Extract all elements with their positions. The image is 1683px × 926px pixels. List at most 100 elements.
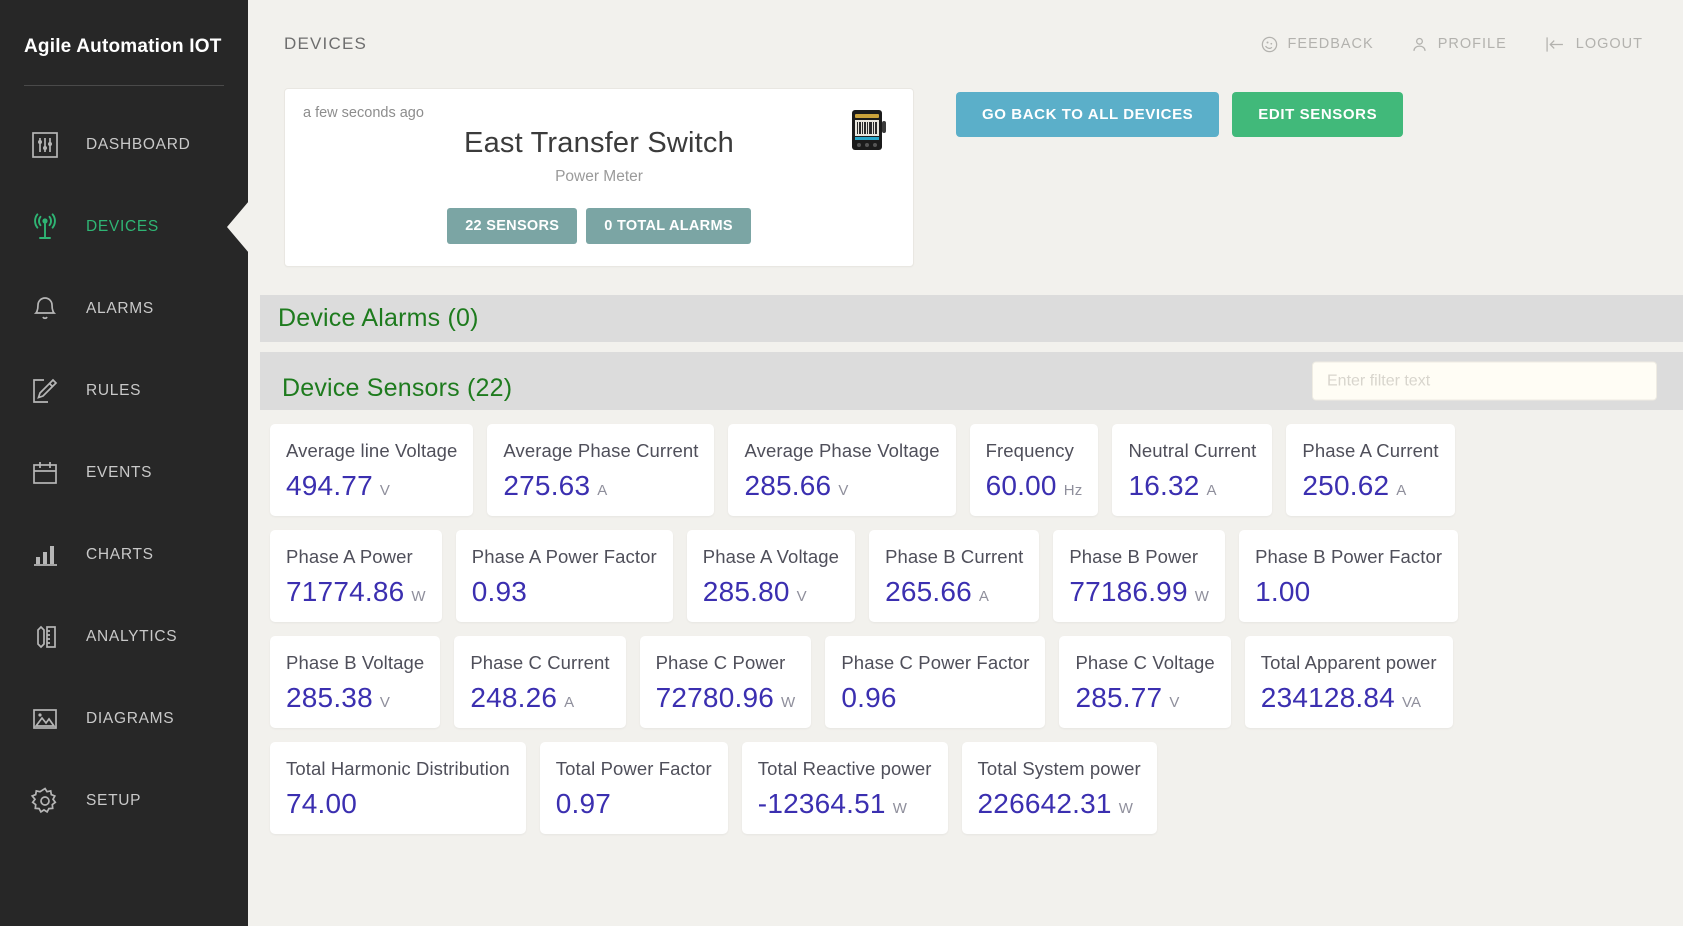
sensor-name: Phase B Power Factor bbox=[1255, 546, 1442, 568]
sensor-card[interactable]: Phase B Power77186.99W bbox=[1053, 530, 1225, 622]
sensor-card[interactable]: Average line Voltage494.77V bbox=[270, 424, 473, 516]
sensor-card[interactable]: Total Power Factor0.97 bbox=[540, 742, 728, 834]
sensor-filter-input[interactable] bbox=[1312, 362, 1657, 401]
sensor-value-wrap: 226642.31 W bbox=[978, 788, 1141, 820]
edit-sensors-button[interactable]: EDIT SENSORS bbox=[1232, 92, 1403, 137]
sensor-name: Phase A Voltage bbox=[703, 546, 839, 568]
sidebar-item-label: EVENTS bbox=[86, 464, 152, 482]
sensor-name: Total Reactive power bbox=[758, 758, 932, 780]
sensor-value: 285.66 bbox=[744, 470, 831, 502]
device-card: a few seconds ago East Transfer Switch P… bbox=[284, 88, 914, 267]
device-last-updated: a few seconds ago bbox=[303, 105, 895, 121]
sidebar-item-analytics[interactable]: ANALYTICS bbox=[0, 596, 248, 678]
sensor-value-wrap: 248.26A bbox=[470, 682, 609, 714]
main-content: DEVICES FEEDBACK bbox=[248, 0, 1683, 926]
antenna-icon bbox=[28, 210, 62, 244]
sensors-count-badge[interactable]: 22 SENSORS bbox=[447, 208, 577, 244]
sensor-name: Frequency bbox=[986, 440, 1083, 462]
device-action-buttons: GO BACK TO ALL DEVICES EDIT SENSORS bbox=[956, 88, 1403, 137]
sidebar-item-charts[interactable]: CHARTS bbox=[0, 514, 248, 596]
sensor-name: Average Phase Voltage bbox=[744, 440, 939, 462]
sidebar-item-dashboard[interactable]: DASHBOARD bbox=[0, 104, 248, 186]
sensor-card[interactable]: Total Reactive power-12364.51W bbox=[742, 742, 948, 834]
sidebar-item-diagrams[interactable]: DIAGRAMS bbox=[0, 678, 248, 760]
sensor-card[interactable]: Total Harmonic Distribution74.00 bbox=[270, 742, 526, 834]
sensor-name: Phase C Power bbox=[656, 652, 796, 674]
bell-icon bbox=[28, 292, 62, 326]
sensor-card[interactable]: Phase B Current265.66A bbox=[869, 530, 1039, 622]
sensor-unit: VA bbox=[1402, 694, 1421, 711]
profile-link[interactable]: PROFILE bbox=[1410, 35, 1507, 54]
sensor-name: Total Harmonic Distribution bbox=[286, 758, 510, 780]
sensor-card[interactable]: Phase C Voltage285.77V bbox=[1059, 636, 1230, 728]
sensor-grid: Average line Voltage494.77VAverage Phase… bbox=[248, 410, 1683, 834]
device-summary-row: a few seconds ago East Transfer Switch P… bbox=[248, 88, 1683, 267]
sensor-value-wrap: 494.77 V bbox=[286, 470, 457, 502]
sidebar-item-rules[interactable]: RULES bbox=[0, 350, 248, 432]
user-icon bbox=[1410, 35, 1429, 54]
sensor-card[interactable]: Frequency 60.00 Hz bbox=[970, 424, 1099, 516]
sensor-card[interactable]: Phase A Current250.62A bbox=[1286, 424, 1454, 516]
logout-link[interactable]: LOGOUT bbox=[1543, 35, 1643, 54]
sensor-value: 226642.31 bbox=[978, 788, 1112, 820]
sensor-name: Phase B Power bbox=[1069, 546, 1209, 568]
sensor-value: 60.00 bbox=[986, 470, 1057, 502]
sensor-card[interactable]: Phase C Power72780.96W bbox=[640, 636, 812, 728]
bar-chart-icon bbox=[28, 538, 62, 572]
image-icon bbox=[28, 702, 62, 736]
sensor-value: 234128.84 bbox=[1261, 682, 1395, 714]
gear-icon bbox=[28, 784, 62, 818]
sensor-card[interactable]: Phase A Power Factor0.93 bbox=[456, 530, 673, 622]
sensor-unit: A bbox=[597, 482, 607, 499]
sensor-card[interactable]: Total Apparent power234128.84VA bbox=[1245, 636, 1453, 728]
sensor-value: 285.80 bbox=[703, 576, 790, 608]
topbar-actions: FEEDBACK PROFILE bbox=[1224, 35, 1643, 54]
sidebar-item-alarms[interactable]: ALARMS bbox=[0, 268, 248, 350]
sensor-value: 16.32 bbox=[1128, 470, 1199, 502]
sidebar-item-events[interactable]: EVENTS bbox=[0, 432, 248, 514]
sidebar-item-label: DIAGRAMS bbox=[86, 710, 174, 728]
sidebar-item-devices[interactable]: DEVICES bbox=[0, 186, 248, 268]
sensor-value-wrap: 285.66 V bbox=[744, 470, 939, 502]
feedback-link[interactable]: FEEDBACK bbox=[1260, 35, 1374, 54]
sliders-icon bbox=[28, 128, 62, 162]
device-badges: 22 SENSORS 0 TOTAL ALARMS bbox=[303, 208, 895, 244]
pencil-square-icon bbox=[28, 374, 62, 408]
device-thumbnail-icon bbox=[845, 107, 891, 153]
sensor-card[interactable]: Phase B Voltage285.38V bbox=[270, 636, 440, 728]
sensor-unit: V bbox=[380, 694, 390, 711]
sensor-card[interactable]: Phase A Voltage285.80V bbox=[687, 530, 855, 622]
sensor-value-wrap: 0.97 bbox=[556, 788, 712, 820]
sidebar-item-setup[interactable]: SETUP bbox=[0, 760, 248, 842]
sensor-card[interactable]: Neutral Current16.32A bbox=[1112, 424, 1272, 516]
sensor-value: 265.66 bbox=[885, 576, 972, 608]
sensor-value: 494.77 bbox=[286, 470, 373, 502]
sensor-card[interactable]: Average Phase Current275.63A bbox=[487, 424, 714, 516]
sensor-name: Neutral Current bbox=[1128, 440, 1256, 462]
sensor-value: 1.00 bbox=[1255, 576, 1310, 608]
sensor-value-wrap: 265.66A bbox=[885, 576, 1023, 608]
sensor-unit: V bbox=[838, 482, 848, 499]
sensor-unit: W bbox=[1119, 800, 1133, 817]
page-title: DEVICES bbox=[284, 34, 367, 54]
go-back-to-all-devices-button[interactable]: GO BACK TO ALL DEVICES bbox=[956, 92, 1219, 137]
sensor-unit: V bbox=[380, 482, 390, 499]
sensor-value: -12364.51 bbox=[758, 788, 886, 820]
sensor-unit: W bbox=[781, 694, 795, 711]
sensor-card[interactable]: Phase B Power Factor 1.00 bbox=[1239, 530, 1458, 622]
sensor-card[interactable]: Total System power226642.31W bbox=[962, 742, 1157, 834]
sensor-row: Average line Voltage494.77VAverage Phase… bbox=[270, 424, 1683, 516]
sensor-value: 285.38 bbox=[286, 682, 373, 714]
sensor-unit: Hz bbox=[1064, 482, 1083, 499]
sidebar-item-label: RULES bbox=[86, 382, 141, 400]
sensor-card[interactable]: Average Phase Voltage 285.66 V bbox=[728, 424, 955, 516]
sensor-card[interactable]: Phase A Power71774.86W bbox=[270, 530, 442, 622]
alarms-count-badge[interactable]: 0 TOTAL ALARMS bbox=[586, 208, 751, 244]
feedback-icon bbox=[1260, 35, 1279, 54]
sensor-card[interactable]: Phase C Current248.26A bbox=[454, 636, 625, 728]
sensor-card[interactable]: Phase C Power Factor0.96 bbox=[825, 636, 1045, 728]
sensor-name: Phase A Power Factor bbox=[472, 546, 657, 568]
sensor-row: Total Harmonic Distribution74.00Total Po… bbox=[270, 742, 1683, 834]
logout-label: LOGOUT bbox=[1576, 36, 1643, 52]
profile-label: PROFILE bbox=[1438, 36, 1507, 52]
